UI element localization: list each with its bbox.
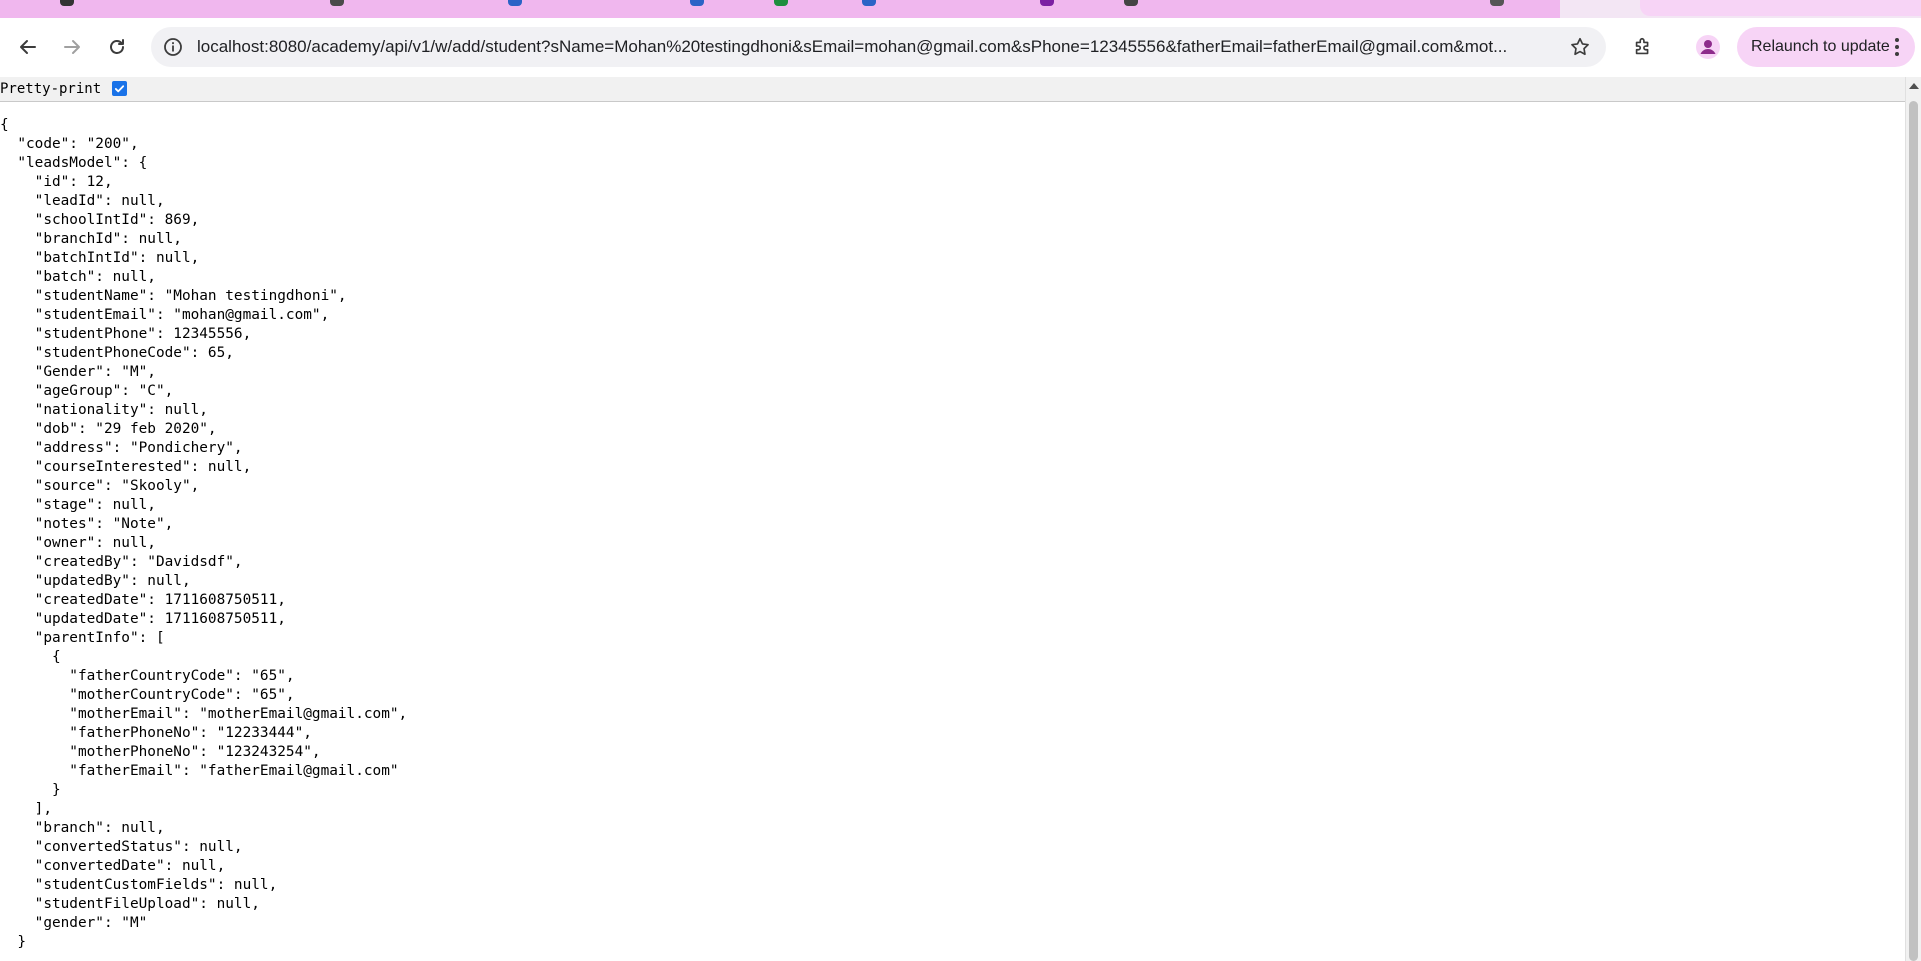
- json-line: "convertedStatus": null,: [0, 839, 243, 855]
- json-line: "studentName": "Mohan testingdhoni",: [0, 288, 347, 304]
- json-line: "branch": null,: [0, 820, 165, 836]
- scrollbar-thumb[interactable]: [1909, 101, 1918, 961]
- tab-favicon: [1040, 0, 1054, 6]
- json-line: ],: [0, 801, 52, 817]
- star-icon: [1571, 37, 1589, 56]
- json-line: "updatedBy": null,: [0, 573, 191, 589]
- json-line: "convertedDate": null,: [0, 858, 226, 874]
- tab-favicon: [1124, 0, 1138, 6]
- tab-favicon: [862, 0, 876, 6]
- json-line: "schoolIntId": 869,: [0, 212, 200, 228]
- json-line: "courseInterested": null,: [0, 459, 252, 475]
- site-info-icon: [164, 38, 182, 56]
- json-line: {: [0, 649, 61, 665]
- tab-favicon: [1490, 0, 1504, 6]
- json-line: "notes": "Note",: [0, 516, 174, 532]
- json-line: "dob": "29 feb 2020",: [0, 421, 217, 437]
- pretty-print-label: Pretty-print: [0, 81, 102, 97]
- json-line: "studentEmail": "mohan@gmail.com",: [0, 307, 330, 323]
- active-tab[interactable]: [0, 0, 1560, 18]
- reload-button[interactable]: [100, 30, 134, 64]
- json-line: "updatedDate": 1711608750511,: [0, 611, 286, 627]
- reload-icon: [110, 39, 124, 54]
- address-url[interactable]: localhost:8080/academy/api/v1/w/add/stud…: [197, 27, 1527, 67]
- json-line: "createdDate": 1711608750511,: [0, 592, 286, 608]
- bookmark-button[interactable]: [1568, 35, 1592, 59]
- json-line: "address": "Pondichery",: [0, 440, 243, 456]
- profile-button[interactable]: [1694, 33, 1722, 61]
- scroll-up-arrow-icon[interactable]: [1909, 83, 1919, 89]
- json-line: "batchIntId": null,: [0, 250, 200, 266]
- json-line: }: [0, 782, 61, 798]
- json-response: { "code": "200", "leadsModel": { "id": 1…: [0, 116, 407, 952]
- json-line: "leadId": null,: [0, 193, 165, 209]
- json-line: "motherEmail": "motherEmail@gmail.com",: [0, 706, 408, 722]
- json-line: "fatherCountryCode": "65",: [0, 668, 295, 684]
- json-line: "motherCountryCode": "65",: [0, 687, 295, 703]
- tab-strip: [0, 0, 1921, 18]
- address-bar[interactable]: localhost:8080/academy/api/v1/w/add/stud…: [151, 27, 1606, 67]
- extensions-button[interactable]: [1626, 30, 1660, 64]
- relaunch-to-update-button[interactable]: Relaunch to update: [1737, 27, 1915, 67]
- back-arrow-icon: [20, 40, 36, 54]
- json-line: "leadsModel": {: [0, 155, 148, 171]
- json-line: "branchId": null,: [0, 231, 182, 247]
- json-line: "createdBy": "Davidsdf",: [0, 554, 243, 570]
- tab-favicon: [60, 0, 74, 6]
- json-line: "fatherPhoneNo": "12233444",: [0, 725, 312, 741]
- tab-favicon: [330, 0, 344, 6]
- site-info-button[interactable]: [161, 35, 185, 59]
- json-line: "source": "Skooly",: [0, 478, 200, 494]
- json-line: "Gender": "M",: [0, 364, 156, 380]
- tab-favicon: [508, 0, 522, 6]
- kebab-menu-icon[interactable]: [1889, 35, 1905, 59]
- json-line: "fatherEmail": "fatherEmail@gmail.com": [0, 763, 399, 779]
- json-line: "nationality": null,: [0, 402, 208, 418]
- back-button[interactable]: [11, 30, 45, 64]
- checkmark-icon: [114, 85, 125, 93]
- json-line: "batch": null,: [0, 269, 156, 285]
- json-line: "stage": null,: [0, 497, 156, 513]
- json-line: "studentCustomFields": null,: [0, 877, 278, 893]
- json-line: "motherPhoneNo": "123243254",: [0, 744, 321, 760]
- tab-favicon: [774, 0, 788, 6]
- json-line: "parentInfo": [: [0, 630, 165, 646]
- puzzle-icon: [1635, 37, 1649, 55]
- json-line: {: [0, 117, 9, 133]
- json-line: "studentFileUpload": null,: [0, 896, 260, 912]
- json-line: "gender": "M": [0, 915, 148, 931]
- forward-arrow-icon: [64, 40, 80, 54]
- pretty-print-checkbox[interactable]: [112, 81, 127, 96]
- forward-button[interactable]: [55, 30, 89, 64]
- json-line: "studentPhone": 12345556,: [0, 326, 252, 342]
- tab-favicon: [690, 0, 704, 6]
- json-line: }: [0, 934, 26, 950]
- json-line: "owner": null,: [0, 535, 156, 551]
- pretty-print-bar: Pretty-print: [0, 77, 1905, 102]
- inactive-tab[interactable]: [1640, 0, 1921, 16]
- vertical-scrollbar[interactable]: [1905, 77, 1921, 961]
- person-icon: [1696, 35, 1720, 59]
- json-line: "ageGroup": "C",: [0, 383, 174, 399]
- json-line: "id": 12,: [0, 174, 113, 190]
- json-line: "code": "200",: [0, 136, 139, 152]
- relaunch-label: Relaunch to update: [1751, 38, 1890, 55]
- json-line: "studentPhoneCode": 65,: [0, 345, 234, 361]
